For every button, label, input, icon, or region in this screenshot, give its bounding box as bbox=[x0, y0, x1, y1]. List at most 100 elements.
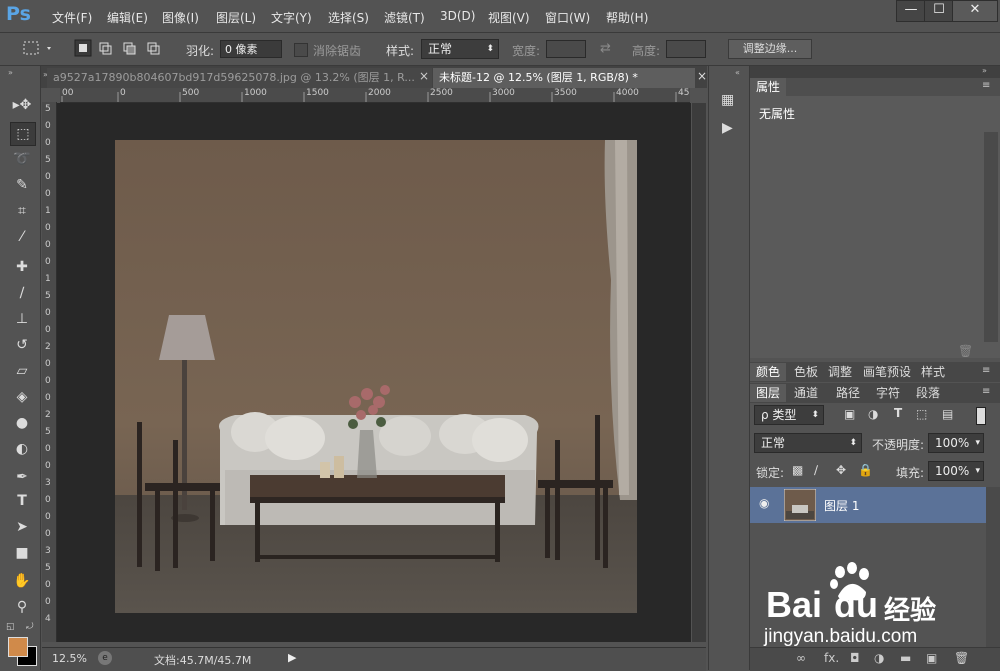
panel-menu-icon[interactable]: ≡ bbox=[982, 365, 990, 376]
history-panel-icon[interactable]: ▦ bbox=[721, 92, 734, 108]
tab-close-icon[interactable]: × bbox=[697, 69, 707, 83]
maximize-button[interactable]: ☐ bbox=[924, 0, 954, 22]
layer-style-fx-icon[interactable]: fx. bbox=[824, 651, 839, 665]
tab-adjustments[interactable]: 调整 bbox=[822, 363, 858, 381]
tab-swatches[interactable]: 色板 bbox=[788, 363, 824, 381]
path-select-tool-icon[interactable]: ➤ bbox=[10, 516, 34, 538]
trash-icon[interactable]: 🗑 bbox=[958, 344, 973, 358]
layer-row[interactable]: ◉ 图层 1 bbox=[750, 487, 986, 523]
dodge-tool-icon[interactable]: ◐ bbox=[10, 438, 34, 460]
selection-mode-icons[interactable] bbox=[73, 38, 167, 58]
menu-3d[interactable]: 3D(D) bbox=[440, 9, 475, 23]
panel-menu-icon[interactable]: ≡ bbox=[982, 386, 990, 397]
actions-play-icon[interactable]: ▶ bbox=[722, 120, 733, 136]
tab-channels[interactable]: 通道 bbox=[788, 384, 824, 402]
menu-file[interactable]: 文件(F) bbox=[52, 9, 92, 26]
eraser-tool-icon[interactable]: ▱ bbox=[10, 360, 34, 382]
lasso-tool-icon[interactable]: ➰ bbox=[10, 148, 34, 170]
adjustment-layer-icon[interactable]: ◑ bbox=[874, 651, 884, 665]
width-input[interactable] bbox=[546, 40, 586, 58]
blend-mode-dropdown[interactable]: 正常 ⬍ bbox=[754, 433, 862, 453]
menu-image[interactable]: 图像(I) bbox=[162, 9, 199, 26]
minimize-button[interactable]: — bbox=[896, 0, 926, 22]
fill-input[interactable]: 100% ▾ bbox=[928, 461, 984, 481]
tab-brush-presets[interactable]: 画笔预设 bbox=[857, 363, 917, 381]
status-menu-arrow-icon[interactable]: ▶ bbox=[288, 651, 296, 664]
properties-scrollbar[interactable] bbox=[984, 132, 998, 342]
swap-dimensions-icon[interactable]: ⇄ bbox=[600, 41, 611, 56]
foreground-color-swatch[interactable] bbox=[8, 637, 28, 657]
pen-tool-icon[interactable]: ✒ bbox=[10, 466, 34, 488]
tab-layers[interactable]: 图层 bbox=[750, 384, 787, 402]
menu-type[interactable]: 文字(Y) bbox=[271, 9, 312, 26]
height-input[interactable] bbox=[666, 40, 706, 58]
tab-character[interactable]: 字符 bbox=[870, 384, 906, 402]
brush-tool-icon[interactable]: ∕ bbox=[10, 282, 34, 304]
rect-marquee-tool-icon[interactable]: ⬚ bbox=[10, 122, 36, 146]
tab-document-1[interactable]: a9527a17890b804607bd917d59625078.jpg @ 1… bbox=[47, 68, 432, 88]
collapse-arrows-icon[interactable]: » bbox=[8, 68, 13, 77]
move-tool-icon[interactable]: ▸✥ bbox=[10, 94, 34, 116]
tab-paths[interactable]: 路径 bbox=[830, 384, 866, 402]
rectangle-shape-tool-icon[interactable]: ■ bbox=[10, 542, 34, 564]
style-dropdown[interactable]: 正常 ⬍ bbox=[421, 39, 499, 59]
tab-close-icon[interactable]: × bbox=[419, 69, 429, 83]
filter-smart-object-icon[interactable]: ▤ bbox=[942, 407, 953, 421]
menu-view[interactable]: 视图(V) bbox=[488, 9, 530, 26]
tab-styles[interactable]: 样式 bbox=[915, 363, 951, 381]
lock-pixels-icon[interactable]: ∕ bbox=[814, 463, 818, 477]
history-brush-tool-icon[interactable]: ↺ bbox=[10, 334, 34, 356]
opacity-input[interactable]: 100% ▾ bbox=[928, 433, 984, 453]
layer-filter-dropdown[interactable]: ρ 类型 ⬍ bbox=[754, 405, 824, 425]
tool-preset-picker[interactable] bbox=[12, 37, 54, 59]
filter-adjustment-icon[interactable]: ◑ bbox=[868, 407, 878, 421]
zoom-level[interactable]: 12.5% bbox=[52, 652, 87, 665]
lock-all-icon[interactable]: 🔒 bbox=[858, 463, 873, 477]
link-layers-icon[interactable]: ∞ bbox=[796, 651, 806, 665]
eye-visibility-icon[interactable]: ◉ bbox=[759, 496, 769, 510]
menu-window[interactable]: 窗口(W) bbox=[545, 9, 590, 26]
canvas-image-living-room[interactable] bbox=[115, 140, 637, 613]
close-button[interactable]: ✕ bbox=[952, 0, 998, 22]
hand-tool-icon[interactable]: ✋ bbox=[10, 570, 34, 592]
delete-layer-icon[interactable]: 🗑 bbox=[954, 651, 969, 665]
filter-shape-icon[interactable]: ⬚ bbox=[916, 407, 927, 421]
new-layer-icon[interactable]: ▣ bbox=[926, 651, 937, 665]
lock-position-icon[interactable]: ✥ bbox=[836, 463, 846, 477]
menu-help[interactable]: 帮助(H) bbox=[606, 9, 648, 26]
feather-input[interactable]: 0 像素 bbox=[220, 40, 282, 58]
eyedropper-tool-icon[interactable]: ⁄ bbox=[10, 226, 34, 248]
share-icon[interactable]: e bbox=[98, 651, 112, 665]
menu-filter[interactable]: 滤镜(T) bbox=[384, 9, 425, 26]
lock-transparent-icon[interactable]: ▩ bbox=[792, 463, 803, 477]
antialias-checkbox[interactable] bbox=[294, 43, 308, 57]
crop-tool-icon[interactable]: ⌗ bbox=[10, 200, 34, 222]
tab-properties[interactable]: 属性 bbox=[750, 78, 787, 96]
tab-color[interactable]: 颜色 bbox=[750, 363, 787, 381]
panel-menu-icon[interactable]: ≡ bbox=[982, 80, 990, 91]
zoom-tool-icon[interactable]: ⚲ bbox=[10, 596, 34, 618]
new-group-icon[interactable]: ▬ bbox=[900, 651, 911, 665]
healing-brush-tool-icon[interactable]: ✚ bbox=[10, 256, 34, 278]
tab-document-2[interactable]: 未标题-12 @ 12.5% (图层 1, RGB/8) * bbox=[433, 68, 695, 88]
default-colors-icon[interactable]: ◱ bbox=[6, 622, 15, 632]
filter-toggle-switch[interactable] bbox=[976, 407, 986, 425]
menu-edit[interactable]: 编辑(E) bbox=[107, 9, 148, 26]
filter-pixel-icon[interactable]: ▣ bbox=[844, 407, 855, 421]
menu-layer[interactable]: 图层(L) bbox=[216, 9, 256, 26]
add-mask-icon[interactable]: ◘ bbox=[850, 651, 860, 665]
menu-select[interactable]: 选择(S) bbox=[328, 9, 369, 26]
tab-paragraph[interactable]: 段落 bbox=[910, 384, 946, 402]
collapse-arrows-icon[interactable]: » bbox=[982, 66, 987, 75]
vertical-scrollbar[interactable] bbox=[692, 103, 706, 642]
collapse-arrows-icon[interactable]: « bbox=[735, 68, 740, 77]
quick-select-tool-icon[interactable]: ✎ bbox=[10, 174, 34, 196]
clone-stamp-tool-icon[interactable]: ⊥ bbox=[10, 308, 34, 330]
filter-type-icon[interactable]: T bbox=[894, 406, 902, 420]
paint-bucket-tool-icon[interactable]: ◈ bbox=[10, 386, 34, 408]
refine-edge-button[interactable]: 调整边缘... bbox=[728, 39, 812, 59]
type-tool-icon[interactable]: T bbox=[10, 490, 34, 512]
swap-colors-icon[interactable]: ⤾ bbox=[26, 622, 34, 632]
style-value: 正常 bbox=[428, 42, 453, 56]
blur-tool-icon[interactable]: ● bbox=[10, 412, 34, 434]
